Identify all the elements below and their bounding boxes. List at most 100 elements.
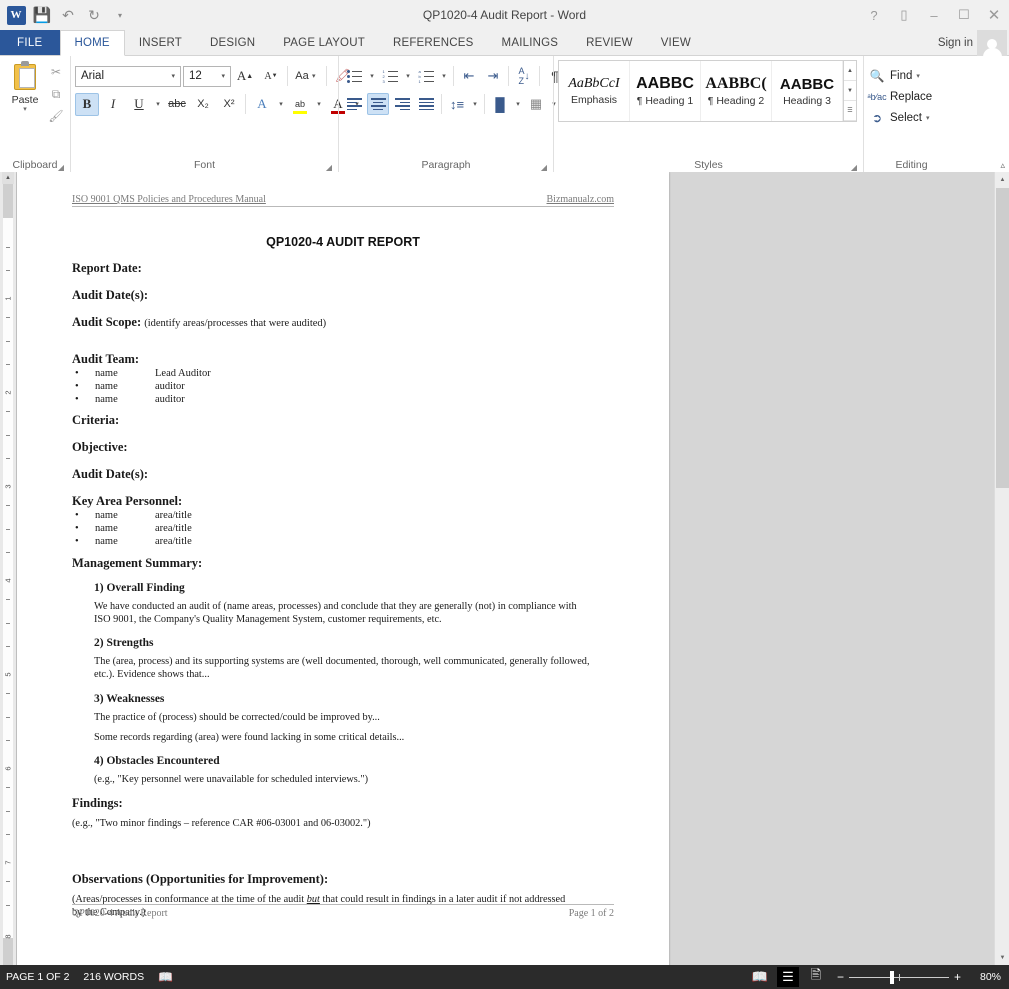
zoom-in-button[interactable]: + <box>954 970 961 984</box>
grow-font-icon[interactable]: A ▲ <box>233 65 257 88</box>
tab-view[interactable]: VIEW <box>647 30 705 55</box>
multilevel-caret-icon[interactable]: ▾ <box>439 72 449 80</box>
line-spacing-caret-icon[interactable]: ▾ <box>470 100 480 108</box>
tab-home[interactable]: HOME <box>59 30 125 56</box>
bullets-caret-icon[interactable]: ▾ <box>367 72 377 80</box>
redo-icon[interactable]: ↻ <box>82 4 106 26</box>
scrollbar-thumb[interactable] <box>996 188 1009 488</box>
shrink-font-icon[interactable]: A ▼ <box>259 65 283 88</box>
zoom-out-button[interactable]: − <box>837 970 844 984</box>
styles-dialog-launcher[interactable]: ◢ <box>851 163 857 172</box>
highlight-caret-icon[interactable]: ▾ <box>314 100 324 108</box>
zoom-level[interactable]: 80% <box>971 971 1001 983</box>
collapse-ribbon-icon[interactable]: ▵ <box>1000 160 1005 171</box>
underline-button[interactable]: U <box>127 93 151 116</box>
ribbon-display-options-icon[interactable]: ▯ <box>889 2 919 28</box>
cut-icon[interactable]: ✂ <box>46 62 66 82</box>
shading-icon[interactable]: █ <box>489 93 511 115</box>
paste-button[interactable]: Paste ▾ <box>4 59 46 113</box>
vertical-ruler[interactable]: ▲ 1 2 3 4 5 6 7 8 <box>0 172 16 965</box>
find-button[interactable]: 🔍 Find ▾ <box>868 65 920 86</box>
format-painter-icon[interactable]: 🖌 <box>46 106 66 126</box>
replace-button[interactable]: ᵃb⁄ac Replace <box>867 86 932 107</box>
style-emphasis[interactable]: AaBbCcI Emphasis <box>559 61 630 121</box>
styles-more-icon[interactable]: ☰ <box>844 101 856 121</box>
word-count[interactable]: 216 WORDS <box>83 971 144 983</box>
document-body[interactable]: ISO 9001 QMS Policies and Procedures Man… <box>17 172 669 919</box>
paste-dropdown-icon[interactable]: ▾ <box>23 105 27 113</box>
clipboard-dialog-launcher[interactable]: ◢ <box>58 163 64 172</box>
find-caret-icon[interactable]: ▾ <box>916 72 920 80</box>
document-canvas[interactable]: ISO 9001 QMS Policies and Procedures Man… <box>16 172 994 965</box>
styles-scroll-down-icon[interactable]: ▼ <box>844 81 856 101</box>
bold-button[interactable]: B <box>75 92 99 116</box>
font-name-caret-icon[interactable]: ▾ <box>168 72 178 80</box>
document-header[interactable]: ISO 9001 QMS Policies and Procedures Man… <box>72 194 614 207</box>
font-size-combo[interactable]: 12 ▾ <box>183 65 231 87</box>
font-dialog-launcher[interactable]: ◢ <box>326 163 332 172</box>
sign-in-link[interactable]: Sign in <box>938 30 973 56</box>
customize-qat-icon[interactable]: ▾ <box>108 4 132 26</box>
bullets-icon[interactable] <box>343 65 365 87</box>
tab-file[interactable]: FILE <box>0 30 60 55</box>
tab-review[interactable]: REVIEW <box>572 30 647 55</box>
align-left-icon[interactable] <box>343 93 365 115</box>
increase-indent-icon[interactable]: ⇥ <box>482 65 504 87</box>
numbering-caret-icon[interactable]: ▾ <box>403 72 413 80</box>
style-heading-3[interactable]: AABBC Heading 3 <box>772 61 843 121</box>
save-icon[interactable]: 💾 <box>30 4 54 26</box>
decrease-indent-icon[interactable]: ⇤ <box>458 65 480 87</box>
paragraph-dialog-launcher[interactable]: ◢ <box>541 163 547 172</box>
web-layout-button[interactable]: 🖹 <box>805 967 827 987</box>
page-indicator[interactable]: PAGE 1 OF 2 <box>6 971 69 983</box>
style-heading-2[interactable]: AABBC( ¶ Heading 2 <box>701 61 772 121</box>
document-footer[interactable]: QP1020-4 Audit Report Page 1 of 2 <box>72 904 614 919</box>
scroll-up-icon[interactable]: ▲ <box>2 172 14 184</box>
tab-references[interactable]: REFERENCES <box>379 30 488 55</box>
avatar[interactable] <box>977 30 1007 58</box>
change-case-icon[interactable]: Aa ▾ <box>292 65 322 88</box>
print-layout-button[interactable]: ☰ <box>776 967 799 987</box>
align-right-icon[interactable] <box>391 93 413 115</box>
close-button[interactable]: ✕ <box>979 2 1009 28</box>
scrollbar-up-icon[interactable]: ▲ <box>995 172 1009 187</box>
zoom-thumb[interactable] <box>889 970 894 984</box>
tab-design[interactable]: DESIGN <box>196 30 269 55</box>
text-effects-icon[interactable]: A <box>250 93 274 116</box>
strikethrough-button[interactable]: abc <box>165 93 189 116</box>
copy-icon[interactable]: ⧉ <box>46 84 66 104</box>
tab-insert[interactable]: INSERT <box>125 30 196 55</box>
styles-gallery-scrollbar[interactable]: ▲ ▼ ☰ <box>843 61 856 121</box>
help-icon[interactable]: ? <box>859 2 889 28</box>
numbering-icon[interactable]: 123 <box>379 65 401 87</box>
tab-page-layout[interactable]: PAGE LAYOUT <box>269 30 379 55</box>
zoom-track[interactable] <box>848 970 949 984</box>
tab-mailings[interactable]: MAILINGS <box>488 30 573 55</box>
align-center-icon[interactable] <box>367 93 389 115</box>
maximize-button[interactable]: ☐ <box>949 2 979 28</box>
vertical-scrollbar[interactable]: ▲ ▼ <box>994 172 1009 965</box>
text-effects-caret-icon[interactable]: ▾ <box>276 100 286 108</box>
justify-icon[interactable] <box>415 93 437 115</box>
select-caret-icon[interactable]: ▾ <box>926 114 930 122</box>
subscript-button[interactable]: X₂ <box>191 93 215 116</box>
italic-button[interactable]: I <box>101 93 125 116</box>
zoom-slider[interactable]: − + <box>837 970 961 984</box>
style-heading-1[interactable]: AABBC ¶ Heading 1 <box>630 61 701 121</box>
shading-caret-icon[interactable]: ▾ <box>513 100 523 108</box>
borders-icon[interactable]: ▦ <box>525 93 547 115</box>
proofing-errors-icon[interactable]: 📖 <box>158 970 173 984</box>
superscript-button[interactable]: X² <box>217 93 241 116</box>
undo-icon[interactable]: ↶ <box>56 4 80 26</box>
font-size-caret-icon[interactable]: ▾ <box>218 72 228 80</box>
text-highlight-color-icon[interactable]: ab <box>288 93 312 116</box>
sort-icon[interactable]: A Z ↓ <box>513 65 535 87</box>
select-button[interactable]: ➲ Select ▾ <box>868 107 930 128</box>
multilevel-list-icon[interactable]: ab1 <box>415 65 437 87</box>
scrollbar-down-icon[interactable]: ▼ <box>995 950 1009 965</box>
line-spacing-icon[interactable]: ↕≡ <box>446 93 468 115</box>
read-mode-button[interactable]: 📖 <box>749 967 771 987</box>
underline-caret-icon[interactable]: ▾ <box>153 100 163 108</box>
font-name-combo[interactable]: Arial ▾ <box>75 65 181 87</box>
styles-scroll-up-icon[interactable]: ▲ <box>844 61 856 81</box>
